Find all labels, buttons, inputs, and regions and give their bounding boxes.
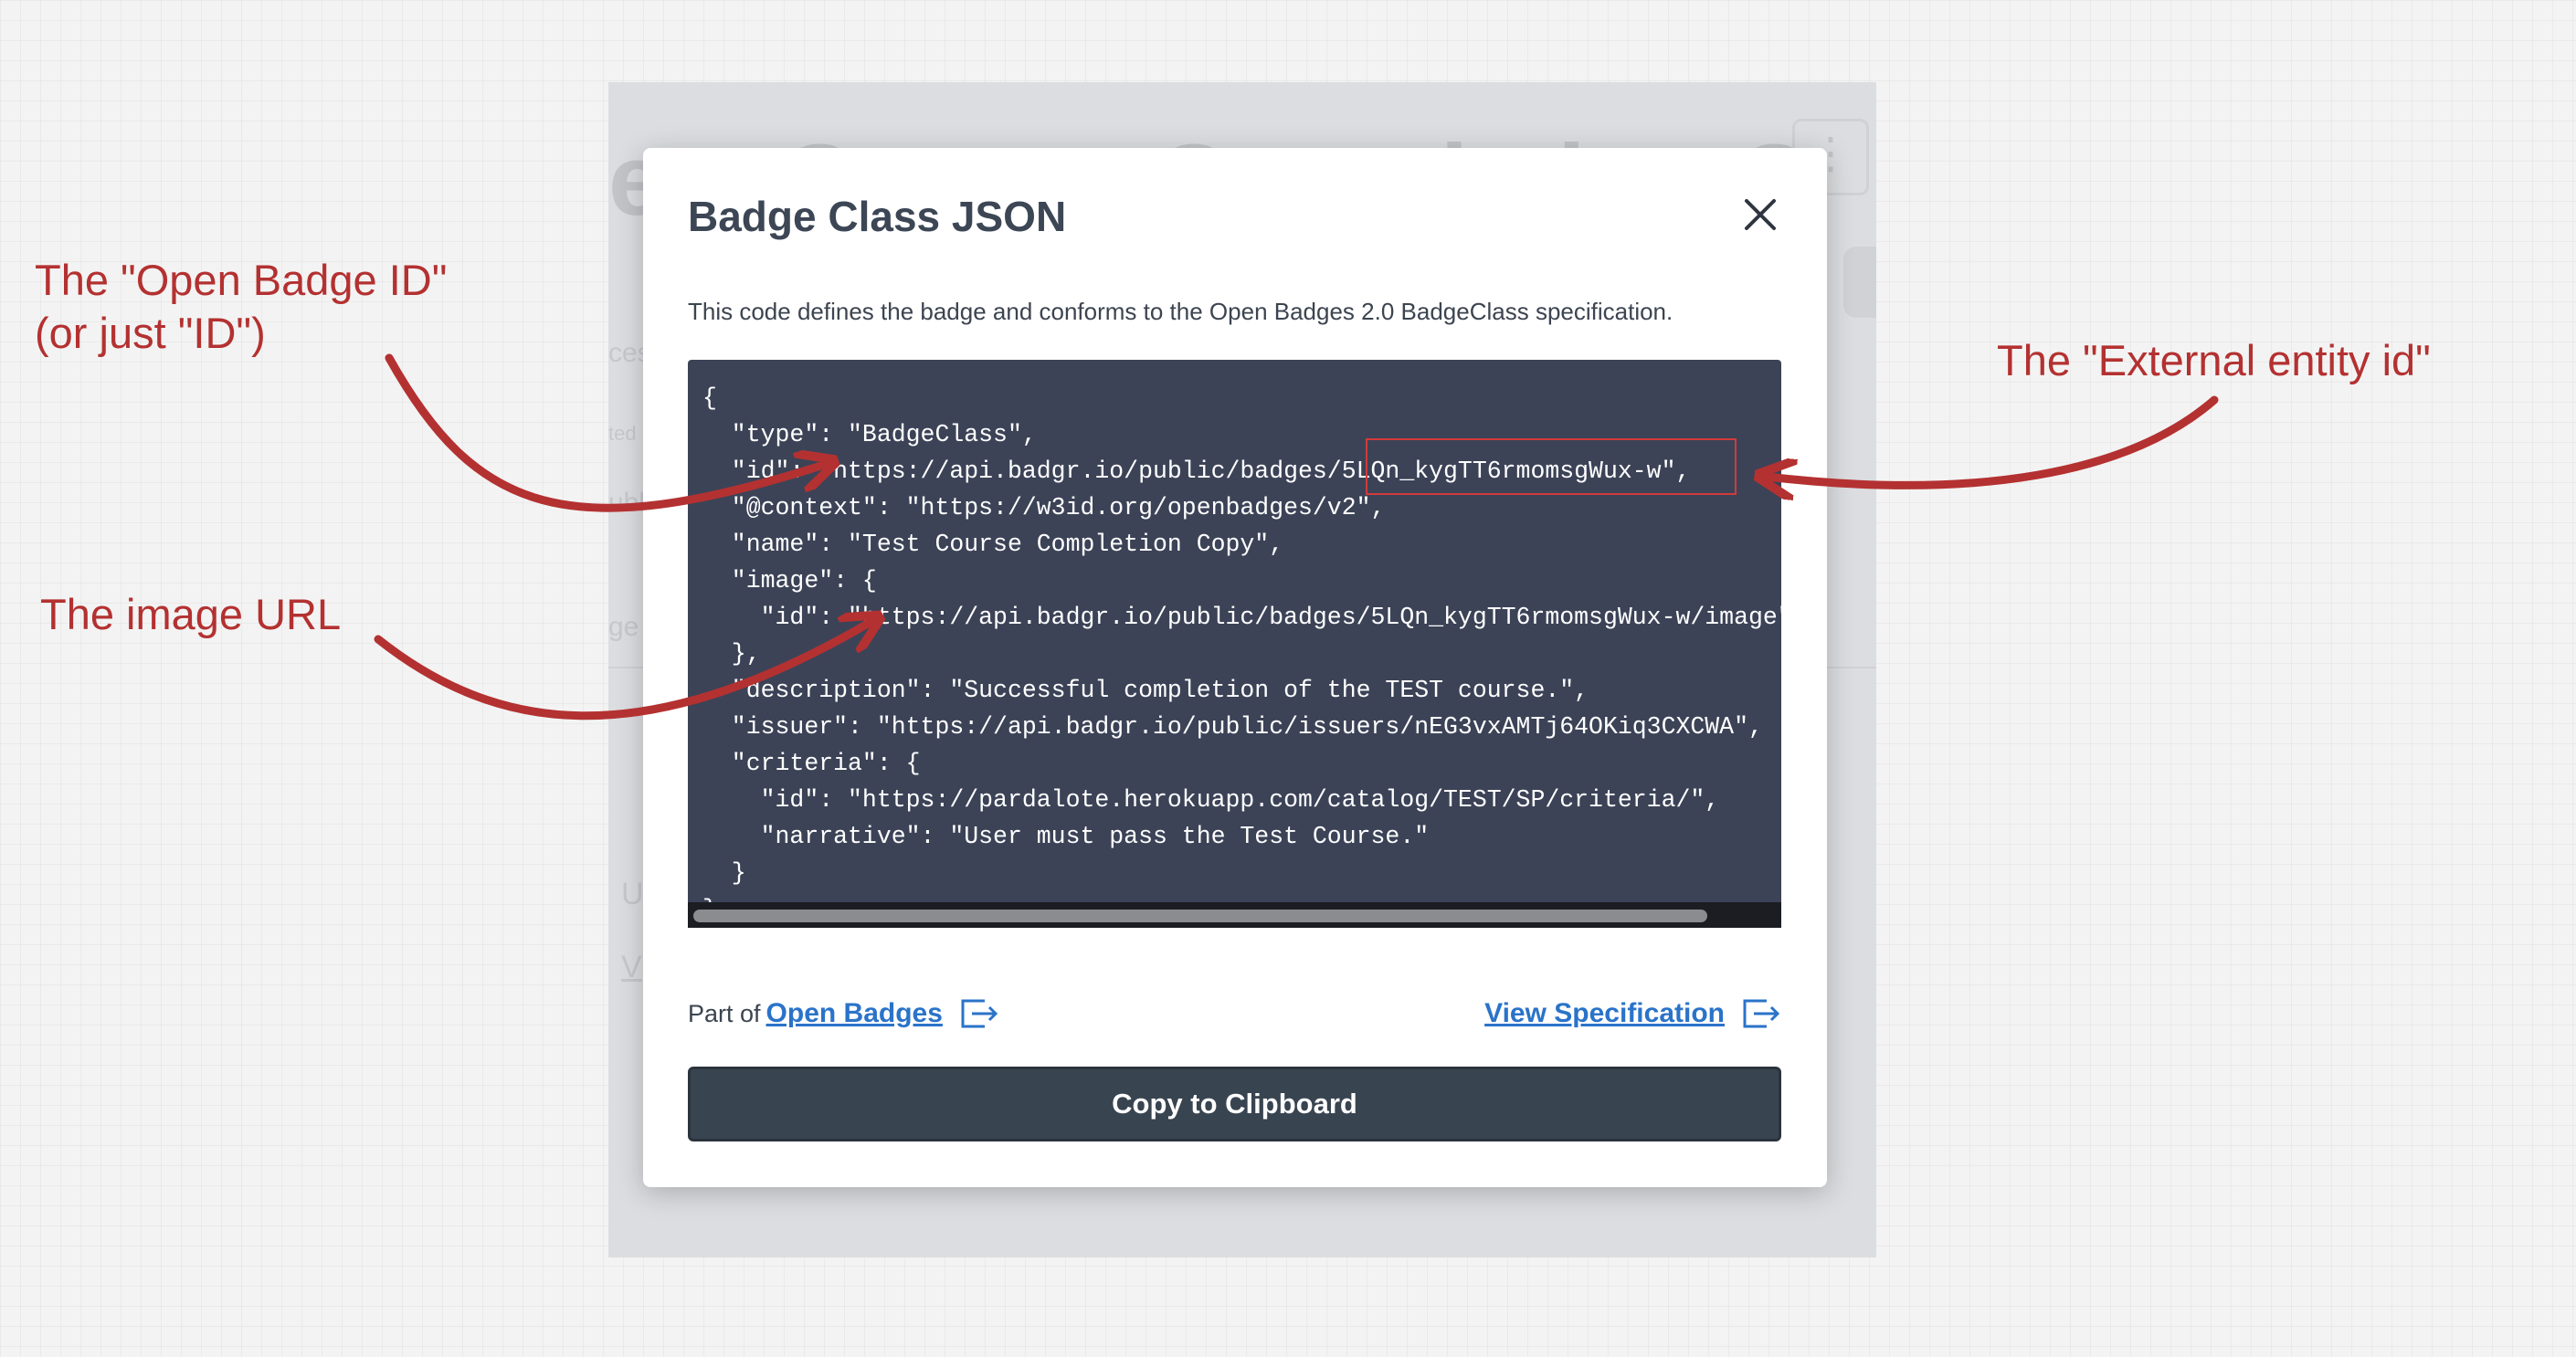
code-line: "issuer": "https://api.badgr.io/public/i… <box>702 713 1763 741</box>
external-link-icon[interactable] <box>1739 995 1783 1032</box>
code-line: "id": "https://pardalote.herokuapp.com/c… <box>702 786 1720 814</box>
annotation-text: The "Open Badge ID" <box>35 256 448 304</box>
background-text: ge <box>608 612 639 642</box>
scrollbar-thumb[interactable] <box>693 910 1707 922</box>
part-of-open-badges: Part of Open Badges <box>688 995 1001 1032</box>
modal-description: This code defines the badge and conforms… <box>688 298 1673 325</box>
badge-class-json-modal: Badge Class JSON This code defines the b… <box>643 148 1827 1187</box>
code-line: "name": "Test Course Completion Copy", <box>702 531 1284 558</box>
code-line: "image": { <box>702 567 877 594</box>
annotation-open-badge-id: The "Open Badge ID" (or just "ID") <box>35 254 447 360</box>
close-icon[interactable] <box>1736 190 1785 239</box>
modal-title: Badge Class JSON <box>688 193 1067 240</box>
code-line: { <box>702 384 717 412</box>
background-text: V <box>621 950 642 984</box>
background-badge-tab <box>1843 247 1876 318</box>
background-text: U <box>621 877 644 911</box>
open-badges-link[interactable]: Open Badges <box>766 998 943 1029</box>
code-line: "narrative": "User must pass the Test Co… <box>702 823 1430 850</box>
background-text: ted <box>608 422 637 445</box>
horizontal-scrollbar[interactable] <box>688 902 1781 928</box>
part-of-label: Part of <box>688 999 761 1027</box>
annotation-image-url: The image URL <box>40 590 342 638</box>
annotation-external-entity-id: The "External entity id" <box>1997 336 2431 384</box>
background-text: ubl <box>608 488 646 518</box>
external-entity-id-highlight <box>1366 438 1737 495</box>
view-specification: View Specification <box>1479 995 1783 1032</box>
json-code-block[interactable]: { "type": "BadgeClass", "id": "https://a… <box>688 360 1781 928</box>
code-line: } <box>702 859 746 887</box>
code-line: }, <box>702 640 761 668</box>
code-line: "@context": "https://w3id.org/openbadges… <box>702 494 1386 521</box>
view-specification-link[interactable]: View Specification <box>1484 998 1725 1029</box>
code-line: "criteria": { <box>702 750 921 777</box>
code-line: "id": "https://api.badgr.io/public/badge… <box>702 604 1781 631</box>
external-link-icon[interactable] <box>957 995 1001 1032</box>
annotation-text: (or just "ID") <box>35 309 266 357</box>
code-line: "description": "Successful completion of… <box>702 677 1589 704</box>
code-line: "type": "BadgeClass", <box>702 421 1037 448</box>
copy-to-clipboard-button[interactable]: Copy to Clipboard <box>688 1067 1781 1141</box>
